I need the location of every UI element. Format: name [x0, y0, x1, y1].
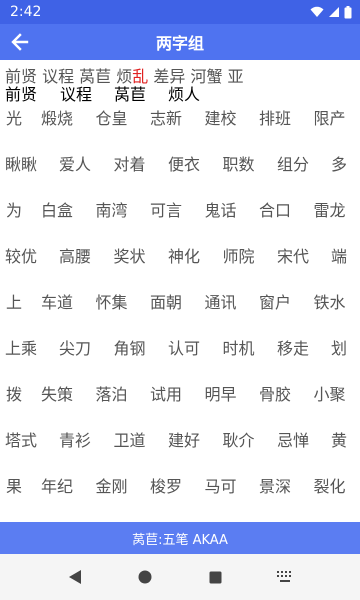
word-cell[interactable]: 时机: [223, 334, 255, 364]
square-recents-icon: [209, 571, 221, 583]
circle-home-icon: [138, 570, 152, 584]
word-cell[interactable]: 对着: [114, 150, 146, 180]
word-cell[interactable]: 试用: [150, 380, 182, 410]
word-cell[interactable]: 年纪: [41, 472, 73, 502]
word-cell[interactable]: 马可: [205, 472, 237, 502]
word-cell[interactable]: 职数: [223, 150, 255, 180]
word-cell[interactable]: 建好: [168, 426, 200, 456]
keyboard-button[interactable]: [273, 565, 297, 589]
word-cell[interactable]: 较优: [5, 242, 37, 272]
word-cell[interactable]: 为: [6, 196, 22, 226]
triangle-back-icon: [69, 570, 81, 584]
grid-row: 瞅瞅 爱人 对着 便衣 职数 组分多: [0, 150, 360, 180]
word-cell[interactable]: 煅烧: [41, 104, 73, 134]
word-cell[interactable]: 金刚: [96, 472, 128, 502]
word-cell[interactable]: 神化: [168, 242, 200, 272]
grid-row: 上车道 怀集 面朝 通讯 窗户 铁水: [0, 288, 360, 318]
grid-row: 上乘 尖刀 角钢 认可 时机 移走划: [0, 334, 360, 364]
grid-row: 塔式 青衫 卫道 建好 耿介 忌惮黄: [0, 426, 360, 456]
battery-icon: [344, 5, 352, 18]
grid-row: 为白盒 南湾 可言 鬼话 合口 雷龙: [0, 196, 360, 226]
status-bar: 2:42: [0, 0, 360, 24]
word-cell[interactable]: 青衫: [59, 426, 91, 456]
wifi-icon: [310, 6, 324, 17]
hint-text: 莴苣:五笔 AKAA: [132, 532, 228, 548]
signal-icon: [329, 7, 339, 17]
word-cell[interactable]: 角钢: [114, 334, 146, 364]
word-cell[interactable]: 志新: [150, 104, 182, 134]
word-cell[interactable]: 瞅瞅: [5, 150, 37, 180]
grid-row: 较优 高腰 奖状 神化 师院 宋代端: [0, 242, 360, 272]
status-icons: [310, 5, 352, 19]
word-cell[interactable]: 移走: [277, 334, 309, 364]
word-cell[interactable]: 景深: [259, 472, 291, 502]
word-cell[interactable]: 限产: [314, 104, 346, 134]
nav-back-button[interactable]: [63, 565, 87, 589]
word-cell[interactable]: 梭罗: [150, 472, 182, 502]
status-time: 2:42: [10, 4, 42, 20]
hint-bar: 莴苣:五笔 AKAA: [0, 522, 360, 554]
word-cell[interactable]: 合口: [259, 196, 291, 226]
word-cell[interactable]: 排班: [259, 104, 291, 134]
nav-home-button[interactable]: [133, 565, 157, 589]
word-cell[interactable]: 建校: [205, 104, 237, 134]
nav-recents-button[interactable]: [203, 565, 227, 589]
word-cell[interactable]: 明早: [205, 380, 237, 410]
page-title: 两字组: [155, 34, 204, 53]
word-cell[interactable]: 怀集: [96, 288, 128, 318]
word-cell[interactable]: 骨胶: [259, 380, 291, 410]
grid-row: 果年纪 金刚 梭罗 马可 景深 裂化: [0, 472, 360, 502]
word-cell[interactable]: 窗户: [259, 288, 291, 318]
navigation-bar: [0, 554, 360, 600]
word-cell[interactable]: 可言: [150, 196, 182, 226]
word-cell[interactable]: 师院: [223, 242, 255, 272]
grid-row: 光煅烧 仓皇 志新 建校 排班 限产: [0, 104, 360, 134]
word-cell[interactable]: 小聚: [314, 380, 346, 410]
word-cell[interactable]: 爱人: [59, 150, 91, 180]
keyboard-icon: [277, 571, 291, 582]
word-cell[interactable]: 高腰: [59, 242, 91, 272]
word-cell[interactable]: 黄: [331, 426, 347, 456]
back-button[interactable]: [6, 28, 34, 56]
word-cell[interactable]: 耿介: [223, 426, 255, 456]
word-cell[interactable]: 失策: [41, 380, 73, 410]
word-cell[interactable]: 尖刀: [59, 334, 91, 364]
word-cell[interactable]: 忌惮: [277, 426, 309, 456]
word-cell[interactable]: 塔式: [5, 426, 37, 456]
word-cell[interactable]: 拨: [6, 380, 22, 410]
word-cell[interactable]: 奖状: [114, 242, 146, 272]
word-cell[interactable]: 仓皇: [96, 104, 128, 134]
word-cell[interactable]: 鬼话: [205, 196, 237, 226]
word-cell[interactable]: 端: [331, 242, 347, 272]
word-cell[interactable]: 铁水: [314, 288, 346, 318]
word-cell[interactable]: 裂化: [314, 472, 346, 502]
word-cell[interactable]: 白盒: [41, 196, 73, 226]
word-cell[interactable]: 落泊: [96, 380, 128, 410]
word-cell[interactable]: 车道: [41, 288, 73, 318]
grid-row: 拨失策 落泊 试用 明早 骨胶 小聚: [0, 380, 360, 410]
arrow-left-icon: [11, 33, 29, 51]
word-cell[interactable]: 认可: [168, 334, 200, 364]
word-cell[interactable]: 多: [331, 150, 347, 180]
word-grid: 前贤 议程 莴苣 烦乱 差异 河蟹 亚 前贤 议程 莴苣 烦人 光煅烧 仓皇 志新建…: [0, 60, 360, 522]
word-cell[interactable]: 划: [331, 334, 347, 364]
word-cell[interactable]: 上乘: [5, 334, 37, 364]
word-cell[interactable]: 果: [6, 472, 22, 502]
word-cell[interactable]: 组分: [277, 150, 309, 180]
word-cell[interactable]: 上: [6, 288, 22, 318]
app-bar: 两字组: [0, 24, 360, 60]
word-cell[interactable]: 通讯: [205, 288, 237, 318]
word-cell[interactable]: 南湾: [96, 196, 128, 226]
word-cell[interactable]: 宋代: [277, 242, 309, 272]
word-cell[interactable]: 卫道: [114, 426, 146, 456]
word-cell[interactable]: 光: [6, 104, 22, 134]
word-cell[interactable]: 面朝: [150, 288, 182, 318]
word-cell[interactable]: 雷龙: [314, 196, 346, 226]
word-cell[interactable]: 便衣: [168, 150, 200, 180]
